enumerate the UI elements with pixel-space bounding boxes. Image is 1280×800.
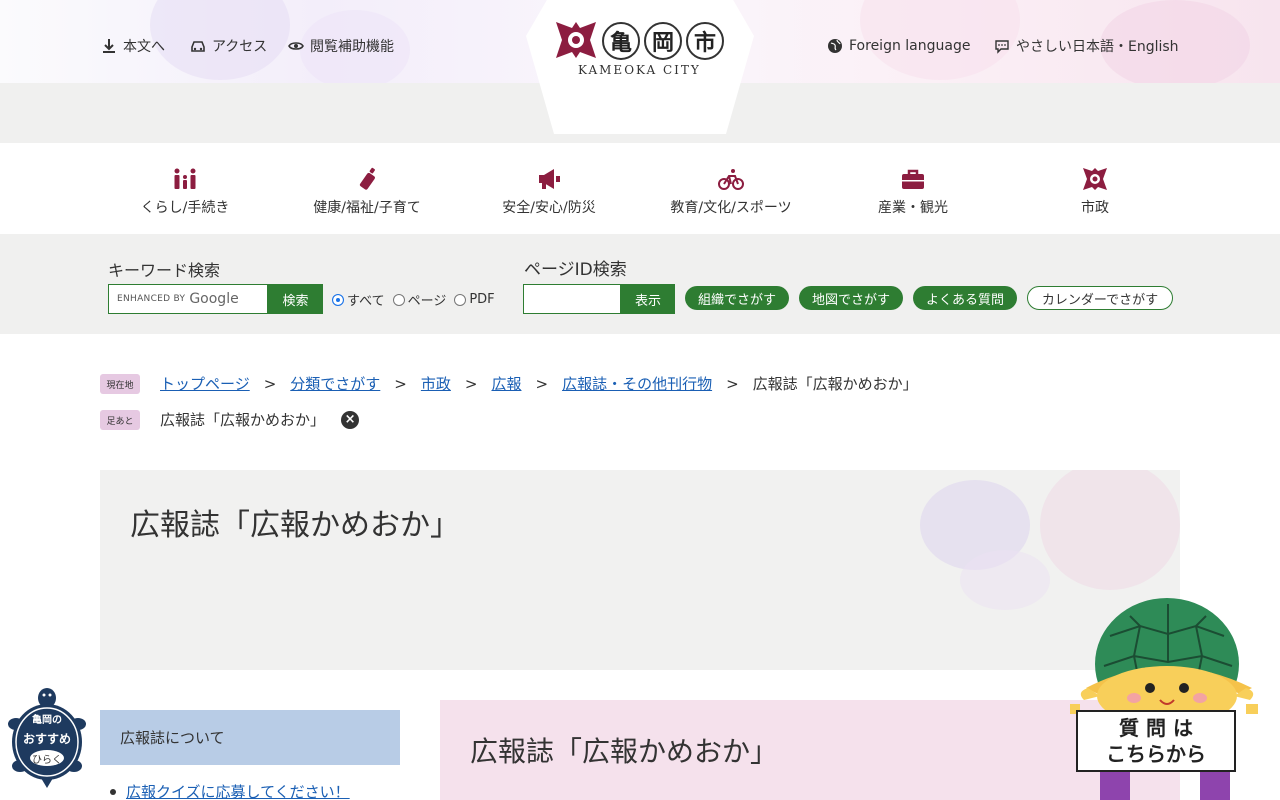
gnav-item-city-government[interactable]: 市政 — [1015, 167, 1175, 217]
breadcrumb-link-category[interactable]: 分類でさがす — [290, 373, 380, 394]
breadcrumb-separator: > — [464, 374, 478, 393]
breadcrumb-separator: > — [726, 374, 739, 393]
search-scope-radios: すべて ページ PDF — [332, 290, 495, 309]
close-icon[interactable]: × — [341, 410, 360, 429]
turtle-text-line2: おすすめ — [22, 732, 71, 746]
breadcrumb-link-publications[interactable]: 広報誌・その他刊行物 — [562, 373, 712, 394]
page-title-box: 広報誌「広報かめおか」 — [100, 470, 1180, 670]
breadcrumb-separator: > — [535, 374, 549, 393]
globe-icon — [828, 39, 842, 53]
access-link[interactable]: アクセス — [190, 36, 267, 56]
page-id-show-button[interactable]: 表示 — [621, 284, 675, 314]
radio-dot — [392, 293, 405, 306]
search-band: キーワード検索 ENHANCED BY Google 検索 すべて ページ PD… — [0, 234, 1280, 334]
turtle-text-line1: 亀岡の — [32, 715, 62, 726]
foreign-language-label: Foreign language — [849, 38, 971, 54]
gnav-label: 市政 — [1081, 200, 1109, 216]
logo-kanji-3: 市 — [686, 22, 724, 60]
car-icon — [191, 41, 205, 52]
access-label: アクセス — [212, 39, 268, 55]
gnav-label: 産業・観光 — [878, 200, 948, 216]
breadcrumb-link-public-relations[interactable]: 広報 — [491, 373, 521, 394]
side-menu-item: 広報クイズに応募してください！ — [110, 781, 350, 800]
gnav-label: 健康/福祉/子育て — [313, 200, 421, 216]
skip-to-content-label: 本文へ — [123, 39, 165, 55]
google-logo-text: Google — [189, 291, 239, 307]
question-sign-line1: 質 問 は — [1119, 716, 1193, 740]
logo-subtitle: KAMEOKA CITY — [578, 63, 701, 77]
gnav-label: 教育/文化/スポーツ — [670, 200, 792, 216]
baby-bottle-icon — [359, 167, 375, 190]
radio-dot — [454, 293, 467, 306]
logo-kanji-2: 岡 — [644, 22, 682, 60]
enhanced-by-text: ENHANCED BY — [117, 294, 186, 304]
bullet-icon — [110, 788, 116, 795]
logo-kanji: 亀 岡 市 — [602, 22, 724, 60]
city-emblem-icon — [556, 22, 596, 58]
radio-page-label: ページ — [407, 294, 447, 309]
breadcrumb: トップページ > 分類でさがす > 市政 > 広報 > 広報誌・その他刊行物 > 広報誌「… — [160, 373, 918, 394]
gnav-item-living[interactable]: くらし/手続き — [105, 167, 265, 217]
accessibility-link[interactable]: 閲覧補助機能 — [288, 36, 394, 56]
question-sign-line2: こちらから — [1106, 742, 1206, 766]
global-nav: くらし/手続き 健康/福祉/子育て 安全/安心/防災 教育/文化/スポーツ 産業… — [0, 143, 1280, 234]
keyword-search-button[interactable]: 検索 — [268, 284, 323, 314]
main-heading: 広報誌「広報かめおか」 — [440, 700, 1180, 800]
briefcase-icon — [902, 169, 924, 189]
megaphone-icon — [539, 169, 560, 189]
foreign-language-link[interactable]: Foreign language — [827, 36, 970, 56]
radio-pdf[interactable]: PDF — [454, 292, 495, 307]
footprint-tag: 足あと — [100, 410, 140, 430]
search-by-calendar-button[interactable]: カレンダーでさがす — [1027, 286, 1173, 310]
bicycle-icon — [718, 169, 744, 190]
footprint-item[interactable]: 広報誌「広報かめおか」 — [160, 409, 325, 430]
current-location-tag: 現在地 — [100, 374, 140, 394]
eye-icon — [288, 42, 304, 50]
footprint: 広報誌「広報かめおか」 × — [160, 409, 360, 430]
radio-dot-checked — [332, 293, 344, 306]
city-emblem-icon — [1083, 168, 1107, 190]
logo-kanji-1: 亀 — [602, 22, 640, 60]
breadcrumb-link-top[interactable]: トップページ — [160, 373, 250, 394]
breadcrumb-separator: > — [394, 374, 407, 393]
gnav-label: 安全/安心/防災 — [502, 200, 596, 216]
title-petal-decoration — [960, 550, 1050, 610]
breadcrumb-link-city-government[interactable]: 市政 — [421, 373, 451, 394]
page-id-input[interactable] — [523, 284, 621, 314]
side-menu-heading: 広報誌について — [100, 710, 400, 765]
search-by-organization-button[interactable]: 組織でさがす — [685, 286, 789, 310]
page-title: 広報誌「広報かめおか」 — [130, 508, 460, 543]
turtle-text-line3: ひらく — [32, 755, 62, 766]
gnav-item-industry[interactable]: 産業・観光 — [833, 167, 993, 217]
question-sign-button[interactable]: 質 問 は こちらから — [1076, 710, 1236, 772]
gnav-item-health[interactable]: 健康/福祉/子育て — [287, 167, 447, 217]
search-by-map-button[interactable]: 地図でさがす — [799, 286, 903, 310]
easy-japanese-label: やさしい日本語・English — [1016, 39, 1179, 55]
speech-bubble-icon — [995, 40, 1009, 54]
easy-japanese-link[interactable]: やさしい日本語・English — [994, 36, 1179, 56]
side-menu-link-quiz[interactable]: 広報クイズに応募してください！ — [126, 781, 350, 800]
keyword-search-input[interactable]: ENHANCED BY Google — [108, 284, 268, 314]
gnav-item-safety[interactable]: 安全/安心/防災 — [469, 167, 629, 217]
family-icon — [174, 168, 196, 189]
radio-pdf-label: PDF — [469, 292, 495, 307]
keyword-search-label: キーワード検索 — [108, 261, 221, 280]
faq-button[interactable]: よくある質問 — [913, 286, 1017, 310]
accessibility-label: 閲覧補助機能 — [310, 39, 394, 55]
title-petal-decoration — [1040, 470, 1180, 590]
breadcrumb-separator: > — [263, 374, 277, 393]
page-id-search-label: ページID検索 — [524, 260, 627, 280]
gnav-item-education[interactable]: 教育/文化/スポーツ — [651, 167, 811, 217]
radio-all-label: すべて — [347, 294, 385, 309]
breadcrumb-current: 広報誌「広報かめおか」 — [752, 375, 918, 393]
radio-page[interactable]: ページ — [392, 290, 447, 309]
skip-to-content-link[interactable]: 本文へ — [101, 36, 165, 56]
download-icon — [103, 39, 115, 53]
radio-all[interactable]: すべて — [332, 290, 385, 309]
gnav-label: くらし/手続き — [140, 200, 230, 216]
site-logo[interactable]: 亀 岡 市 KAMEOKA CITY — [552, 18, 728, 80]
